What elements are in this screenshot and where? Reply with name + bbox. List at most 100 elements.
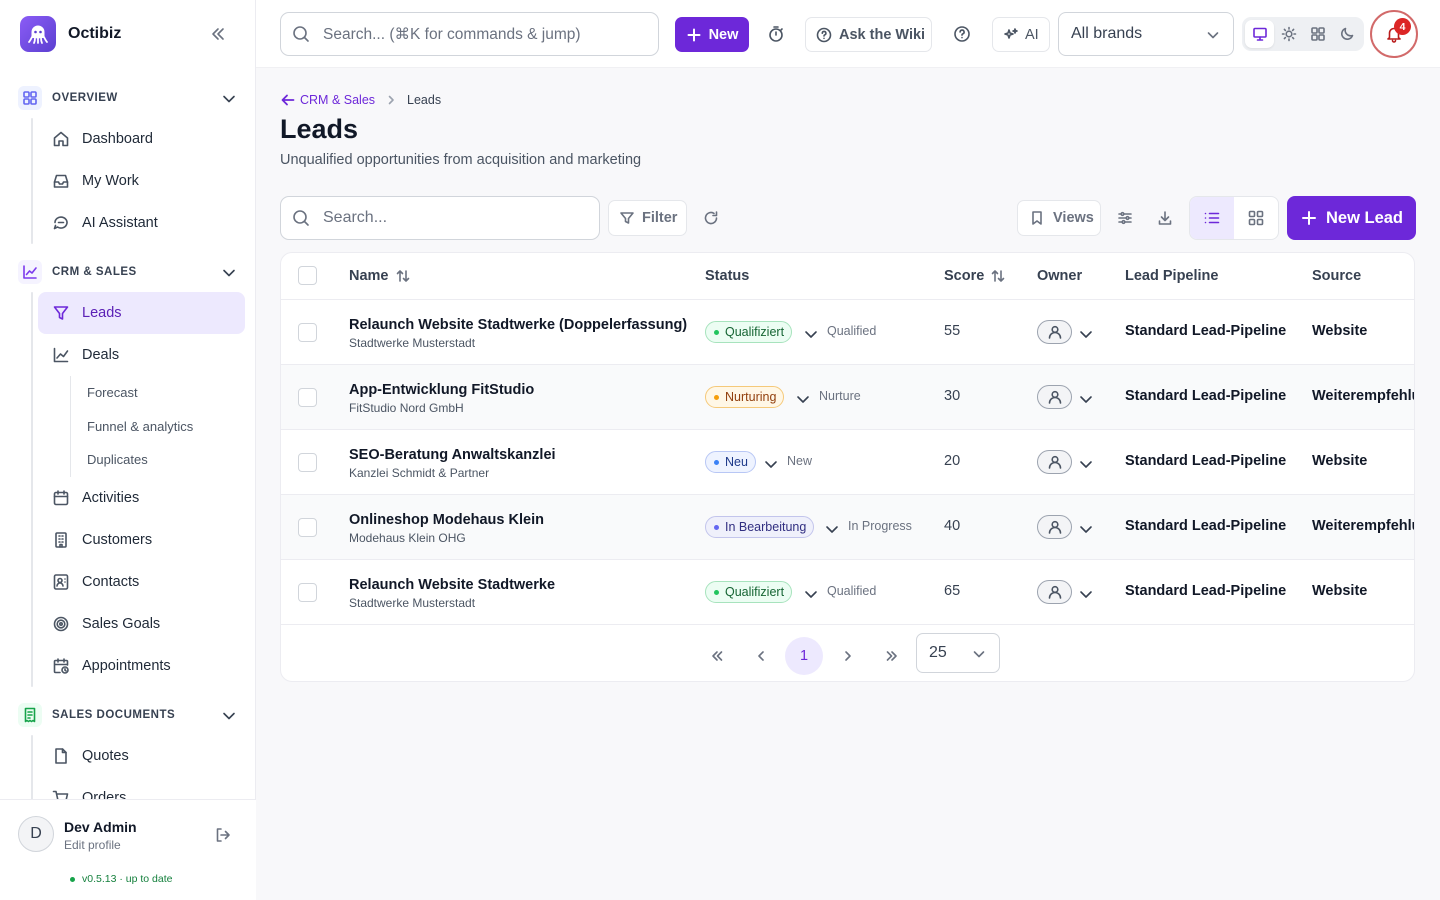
collapse-sidebar-icon[interactable]: [208, 24, 228, 44]
lead-name[interactable]: SEO-Beratung Anwaltskanzlei: [349, 447, 556, 463]
views-button[interactable]: Views: [1017, 200, 1101, 236]
select-all-checkbox[interactable]: [298, 266, 317, 285]
next-page-icon[interactable]: [829, 637, 867, 675]
page-number-button[interactable]: 1: [785, 637, 823, 675]
help-icon[interactable]: [953, 25, 971, 43]
last-page-icon[interactable]: [873, 637, 911, 675]
sidebar-item-appointments[interactable]: Appointments: [0, 645, 256, 687]
grid-view-icon[interactable]: [1234, 197, 1278, 239]
table-row[interactable]: App-Entwicklung FitStudio FitStudio Nord…: [281, 365, 1414, 430]
chevron-down-icon[interactable]: [1078, 391, 1094, 407]
status-badge[interactable]: Neu: [705, 451, 756, 473]
sidebar-item-contacts[interactable]: Contacts: [0, 561, 256, 603]
sun-icon[interactable]: [1274, 20, 1303, 48]
chevron-down-icon[interactable]: [220, 707, 238, 725]
sidebar-item-deals[interactable]: Deals: [0, 334, 256, 376]
list-view-icon[interactable]: [1190, 197, 1234, 239]
leads-search-input[interactable]: Search...: [280, 196, 600, 240]
row-checkbox[interactable]: [298, 583, 317, 602]
ask-wiki-button[interactable]: Ask the Wiki: [805, 17, 932, 52]
sort-icon[interactable]: [990, 268, 1006, 284]
breadcrumb-parent: CRM & Sales: [300, 93, 376, 107]
sidebar-item-my-work[interactable]: My Work: [0, 160, 256, 202]
breadcrumb-back-link[interactable]: CRM & Sales: [280, 92, 375, 108]
column-settings-icon[interactable]: [1117, 210, 1133, 226]
row-checkbox[interactable]: [298, 388, 317, 407]
sidebar-subitem-duplicates[interactable]: Duplicates: [71, 443, 256, 477]
status-badge[interactable]: In Bearbeitung: [705, 516, 815, 538]
owner-user-icon[interactable]: [1037, 385, 1072, 409]
chevron-down-icon[interactable]: [824, 521, 840, 537]
avatar[interactable]: D: [18, 816, 54, 852]
table-row[interactable]: Relaunch Website Stadtwerke Stadtwerke M…: [281, 560, 1414, 625]
owner-user-icon[interactable]: [1037, 450, 1072, 474]
lead-name[interactable]: App-Entwicklung FitStudio: [349, 382, 534, 398]
sidebar-item-activities[interactable]: Activities: [0, 477, 256, 519]
monitor-icon[interactable]: [1245, 20, 1274, 48]
brand[interactable]: Octibiz: [20, 16, 121, 52]
sidebar-item-leads[interactable]: Leads: [38, 292, 245, 334]
table-row[interactable]: SEO-Beratung Anwaltskanzlei Kanzlei Schm…: [281, 430, 1414, 495]
sort-icon[interactable]: [395, 268, 411, 284]
row-checkbox[interactable]: [298, 453, 317, 472]
row-checkbox[interactable]: [298, 323, 317, 342]
dashboard-grid-icon[interactable]: [1303, 20, 1332, 48]
sidebar-footer: D Dev Admin Edit profile v0.5.13 · up to…: [0, 799, 256, 900]
global-search-input[interactable]: Search... (⌘K for commands & jump): [280, 12, 659, 56]
status-badge[interactable]: Qualifiziert: [705, 321, 793, 343]
edit-profile-link[interactable]: Edit profile: [64, 838, 121, 852]
chevron-down-icon[interactable]: [1078, 521, 1094, 537]
prev-page-icon[interactable]: [742, 637, 780, 675]
timer-icon[interactable]: [767, 25, 785, 43]
refresh-icon[interactable]: [703, 210, 719, 226]
owner-user-icon[interactable]: [1037, 320, 1072, 344]
status-badge[interactable]: Nurturing: [705, 386, 785, 408]
column-header-name[interactable]: Name: [349, 268, 411, 284]
search-icon: [291, 24, 311, 44]
ai-button[interactable]: AI: [992, 17, 1050, 52]
owner-user-icon[interactable]: [1037, 515, 1072, 539]
sidebar-item-dashboard[interactable]: Dashboard: [0, 118, 256, 160]
chevron-down-icon[interactable]: [1078, 586, 1094, 602]
sidebar-item-sales-goals[interactable]: Sales Goals: [0, 603, 256, 645]
status-badge[interactable]: Qualifiziert: [705, 581, 793, 603]
chevron-down-icon[interactable]: [795, 391, 811, 407]
sidebar-section-crm-sales[interactable]: CRM & SALES: [0, 252, 256, 292]
sidebar-section-sales-documents[interactable]: SALES DOCUMENTS: [0, 695, 256, 735]
lead-name[interactable]: Relaunch Website Stadtwerke (Doppelerfas…: [349, 317, 687, 333]
column-header-score[interactable]: Score: [944, 268, 1006, 284]
sidebar-item-quotes[interactable]: Quotes: [0, 735, 256, 777]
chevron-down-icon[interactable]: [1078, 456, 1094, 472]
moon-icon[interactable]: [1332, 20, 1361, 48]
first-page-icon[interactable]: [698, 637, 736, 675]
chevron-down-icon[interactable]: [803, 586, 819, 602]
chevron-down-icon[interactable]: [1078, 326, 1094, 342]
table-row[interactable]: Relaunch Website Stadtwerke (Doppelerfas…: [281, 300, 1414, 365]
table-row[interactable]: Onlineshop Modehaus Klein Modehaus Klein…: [281, 495, 1414, 560]
notifications-button[interactable]: 4: [1370, 10, 1418, 58]
sidebar-item-ai-assistant[interactable]: AI Assistant: [0, 202, 256, 244]
lead-name[interactable]: Onlineshop Modehaus Klein: [349, 512, 544, 528]
chevron-down-icon[interactable]: [220, 90, 238, 108]
chevron-down-icon[interactable]: [220, 264, 238, 282]
sidebar-subitem-forecast[interactable]: Forecast: [71, 376, 256, 410]
logout-icon[interactable]: [214, 826, 232, 844]
new-lead-button[interactable]: New Lead: [1287, 196, 1416, 240]
owner-user-icon[interactable]: [1037, 580, 1072, 604]
row-checkbox[interactable]: [298, 518, 317, 537]
sidebar-section-overview[interactable]: OVERVIEW: [0, 78, 256, 118]
sidebar-subitem-funnel-analytics[interactable]: Funnel & analytics: [71, 410, 256, 444]
sidebar-item-orders[interactable]: Orders: [0, 777, 256, 800]
new-button[interactable]: New: [675, 17, 749, 52]
chevron-down-icon[interactable]: [763, 456, 779, 472]
column-header-label: Lead Pipeline: [1125, 268, 1219, 284]
user-name[interactable]: Dev Admin: [64, 819, 137, 835]
download-icon[interactable]: [1157, 210, 1173, 226]
chevron-down-icon[interactable]: [803, 326, 819, 342]
lead-name[interactable]: Relaunch Website Stadtwerke: [349, 577, 555, 593]
section-label: SALES DOCUMENTS: [52, 708, 176, 721]
brand-select[interactable]: All brands: [1058, 12, 1234, 56]
filter-button[interactable]: Filter: [608, 200, 687, 236]
sidebar-item-customers[interactable]: Customers: [0, 519, 256, 561]
page-size-select[interactable]: 25: [916, 633, 1000, 673]
